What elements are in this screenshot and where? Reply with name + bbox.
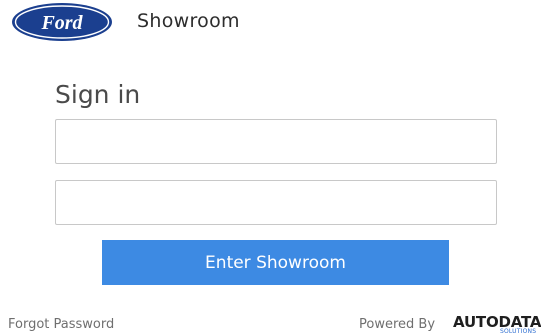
app-title: Showroom <box>137 10 240 32</box>
password-input[interactable] <box>55 180 497 225</box>
username-input[interactable] <box>55 119 497 164</box>
ford-logo: Ford <box>12 3 112 41</box>
ford-logo-text: Ford <box>40 12 83 34</box>
autodata-logo-subtitle: SOLUTIONS <box>500 328 537 335</box>
enter-showroom-button[interactable]: Enter Showroom <box>102 240 449 285</box>
sign-in-heading: Sign in <box>55 80 141 109</box>
forgot-password-link[interactable]: Forgot Password <box>8 317 114 333</box>
sign-in-page: Ford Showroom Sign in Enter Showroom For… <box>0 0 541 336</box>
powered-by-label: Powered By <box>359 317 436 332</box>
